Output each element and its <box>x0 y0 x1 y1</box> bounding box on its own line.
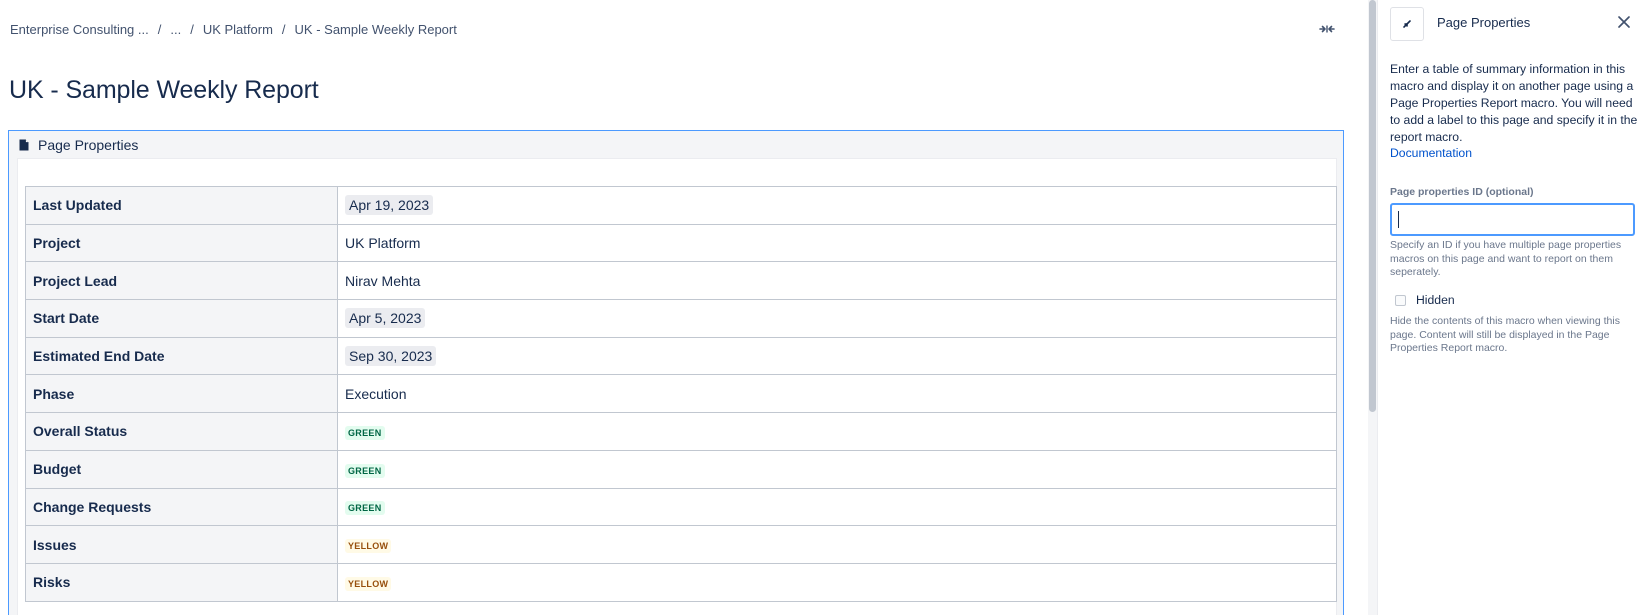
breadcrumb-item-current[interactable]: UK - Sample Weekly Report <box>295 22 457 37</box>
panel-title: Page Properties <box>1437 15 1531 30</box>
page-properties-macro[interactable]: Page Properties Last Updated Apr 19, 2023… <box>8 130 1344 615</box>
hidden-help: Hide the contents of this macro when vie… <box>1390 315 1620 354</box>
editor-main: Enterprise Consulting ... / ... / UK Pla… <box>0 0 1368 615</box>
documentation-link[interactable]: Documentation <box>1390 146 1472 160</box>
table-row: Overall Status GREEN <box>25 412 1337 451</box>
property-value-text[interactable]: Nirav Mehta <box>345 273 420 289</box>
property-value-cell[interactable]: Execution <box>337 374 1337 414</box>
table-row: Budget GREEN <box>25 449 1337 489</box>
breadcrumb-item-space[interactable]: Enterprise Consulting ... <box>10 22 149 37</box>
table-row: Last Updated Apr 19, 2023 <box>25 186 1337 225</box>
properties-table: Last Updated Apr 19, 2023 Project UK Platfo… <box>25 186 1337 602</box>
breadcrumb-separator: / <box>190 21 194 37</box>
property-value-text[interactable]: Execution <box>345 386 406 402</box>
property-key-cell[interactable]: Project <box>25 223 338 263</box>
macro-body: Last Updated Apr 19, 2023 Project UK Platfo… <box>17 158 1337 615</box>
properties-panel: Page Properties Enter a table of summary… <box>1377 0 1642 615</box>
property-value-cell[interactable]: Nirav Mehta <box>337 261 1337 301</box>
table-row: Project UK Platform <box>25 223 1337 263</box>
text-caret <box>1398 211 1399 228</box>
macro-icon <box>1390 7 1424 41</box>
date-chip[interactable]: Apr 5, 2023 <box>345 308 426 329</box>
macro-header-label: Page Properties <box>38 136 139 153</box>
hidden-label[interactable]: Hidden <box>1416 293 1455 307</box>
table-row: Estimated End Date Sep 30, 2023 <box>25 336 1337 376</box>
property-value-cell[interactable]: Apr 19, 2023 <box>337 186 1337 225</box>
status-lozenge-green[interactable]: GREEN <box>345 463 385 478</box>
close-panel-button[interactable] <box>1615 13 1633 31</box>
hidden-option[interactable]: Hidden <box>1390 293 1455 307</box>
property-key-cell[interactable]: Change Requests <box>25 487 338 527</box>
editor-scrollbar[interactable] <box>1368 0 1377 615</box>
property-key-cell[interactable]: Start Date <box>25 299 338 338</box>
table-row: Risks YELLOW <box>25 562 1337 602</box>
property-value-cell[interactable]: GREEN <box>337 449 1337 489</box>
scrollbar-thumb[interactable] <box>1369 0 1376 412</box>
status-lozenge-yellow[interactable]: YELLOW <box>345 576 392 591</box>
breadcrumb-separator: / <box>157 21 162 37</box>
collapse-width-button[interactable] <box>1316 18 1338 40</box>
property-key-cell[interactable]: Issues <box>25 525 338 564</box>
date-chip[interactable]: Apr 19, 2023 <box>345 195 434 216</box>
page-properties-id-label: Page properties ID (optional) <box>1390 186 1534 198</box>
property-value-cell[interactable]: Apr 5, 2023 <box>337 299 1337 338</box>
table-row: Phase Execution <box>25 374 1337 414</box>
table-row: Change Requests GREEN <box>25 487 1337 527</box>
property-value-text[interactable]: UK Platform <box>345 235 420 251</box>
macro-header: Page Properties <box>9 131 1343 158</box>
property-key-cell[interactable]: Budget <box>25 449 338 489</box>
status-lozenge-green[interactable]: GREEN <box>345 425 385 440</box>
property-value-cell[interactable]: YELLOW <box>337 562 1337 602</box>
page-properties-id-input[interactable] <box>1390 203 1635 236</box>
status-lozenge-yellow[interactable]: YELLOW <box>345 539 392 554</box>
property-key-cell[interactable]: Overall Status <box>25 412 338 451</box>
page-title[interactable]: UK - Sample Weekly Report <box>9 76 319 105</box>
breadcrumb: Enterprise Consulting ... / ... / UK Pla… <box>10 20 457 38</box>
property-key-cell[interactable]: Last Updated <box>25 186 338 225</box>
panel-description: Enter a table of summary information in … <box>1390 62 1638 144</box>
property-key-cell[interactable]: Phase <box>25 374 338 414</box>
table-row: Project Lead Nirav Mehta <box>25 261 1337 301</box>
breadcrumb-separator: / <box>281 21 286 37</box>
status-lozenge-green[interactable]: GREEN <box>345 501 385 516</box>
document-icon <box>19 138 33 152</box>
property-value-cell[interactable]: GREEN <box>337 487 1337 527</box>
breadcrumb-item-parent[interactable]: UK Platform <box>203 22 273 37</box>
property-key-cell[interactable]: Risks <box>25 562 338 602</box>
close-icon <box>1618 16 1630 28</box>
property-value-cell[interactable]: GREEN <box>337 412 1337 451</box>
page-properties-id-help: Specify an ID if you have multiple page … <box>1390 239 1622 278</box>
table-row: Start Date Apr 5, 2023 <box>25 299 1337 338</box>
property-value-cell[interactable]: YELLOW <box>337 525 1337 564</box>
property-key-cell[interactable]: Estimated End Date <box>25 336 338 376</box>
property-key-cell[interactable]: Project Lead <box>25 261 338 301</box>
date-chip[interactable]: Sep 30, 2023 <box>345 346 437 367</box>
property-value-cell[interactable]: UK Platform <box>337 223 1337 263</box>
hidden-checkbox[interactable] <box>1395 294 1406 306</box>
table-row: Issues YELLOW <box>25 525 1337 564</box>
breadcrumb-item-ellipsis[interactable]: ... <box>170 22 181 37</box>
collapse-arrows-icon <box>1319 25 1335 33</box>
property-value-cell[interactable]: Sep 30, 2023 <box>337 336 1337 376</box>
